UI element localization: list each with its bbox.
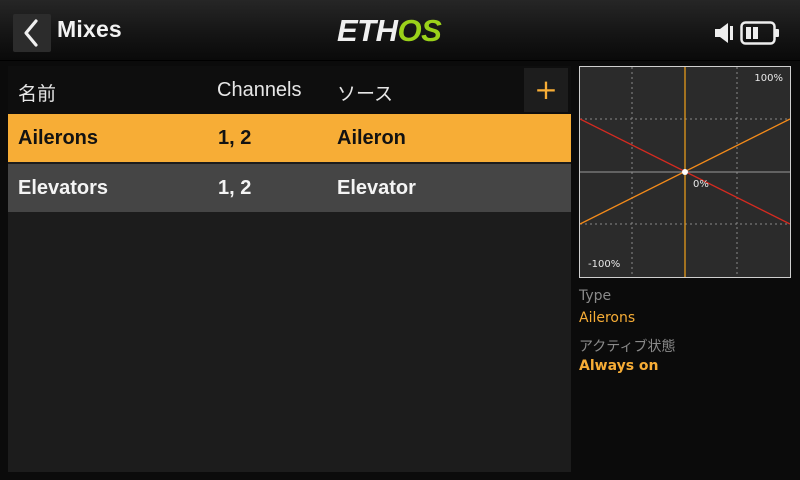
- plus-icon: +: [534, 73, 558, 106]
- mix-name: Ailerons: [18, 127, 99, 149]
- column-header-channels: Channels: [217, 79, 302, 101]
- mix-name: Elevators: [18, 177, 109, 199]
- chevron-left-icon: [24, 19, 38, 47]
- status-area: [714, 18, 780, 48]
- mix-channels: 1, 2: [218, 127, 252, 149]
- speaker-icon: [715, 23, 733, 43]
- graph-min-label: -100%: [588, 259, 621, 270]
- graph-zero-label: 0%: [693, 179, 709, 190]
- active-condition-value: Always on: [579, 358, 659, 374]
- page-title: Mixes: [57, 16, 122, 42]
- curve-point: [682, 169, 688, 175]
- column-header-source: ソース: [337, 83, 394, 105]
- back-button[interactable]: [13, 14, 51, 52]
- active-condition-label: アクティブ状態: [579, 339, 676, 355]
- graph-max-label: 100%: [754, 73, 783, 84]
- mix-list: 名前 Channels ソース + Ailerons 1, 2 Aileron …: [8, 66, 571, 472]
- table-row[interactable]: Ailerons 1, 2 Aileron: [8, 114, 571, 162]
- battery-icon: [740, 21, 779, 45]
- curve-preview: 100% 0% -100%: [579, 66, 791, 278]
- table-row[interactable]: Elevators 1, 2 Elevator: [8, 164, 571, 212]
- curve-graph: [580, 67, 790, 277]
- column-header-name: 名前: [18, 83, 57, 105]
- ethos-logo: ETHOS: [337, 13, 442, 48]
- mix-source: Elevator: [337, 177, 416, 199]
- mix-channels: 1, 2: [218, 177, 252, 199]
- type-value: Ailerons: [579, 310, 636, 326]
- add-mix-button[interactable]: +: [524, 68, 568, 112]
- top-bar: Mixes ETHOS: [0, 0, 800, 61]
- table-header: 名前 Channels ソース +: [8, 66, 571, 114]
- type-label: Type: [579, 288, 612, 304]
- mix-source: Aileron: [337, 127, 406, 149]
